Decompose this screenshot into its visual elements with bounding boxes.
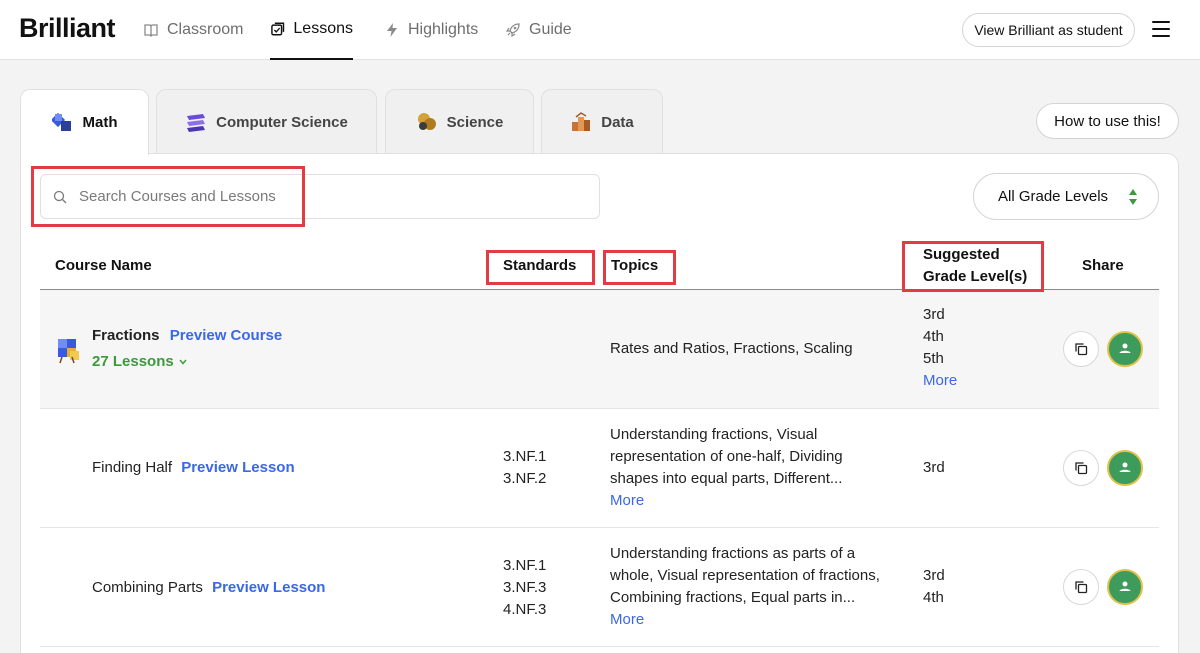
- lesson-standards: 3.NF.1 3.NF.2: [503, 446, 546, 490]
- course-name: Fractions: [92, 327, 160, 344]
- lessons-count: 27 Lessons: [92, 353, 174, 370]
- bolt-icon: [387, 23, 397, 37]
- nav-item-label: Lessons: [293, 20, 353, 37]
- standard-code: 3.NF.3: [503, 579, 547, 596]
- standard-code: 4.NF.3: [503, 601, 547, 618]
- lessons-count-toggle[interactable]: 27 Lessons: [92, 351, 188, 373]
- header-grade-levels: Suggested Grade Level(s): [923, 244, 1027, 288]
- copy-icon: [1075, 462, 1088, 475]
- grade-value: 4th: [923, 589, 944, 606]
- preview-course-link[interactable]: Preview Course: [170, 327, 283, 344]
- preview-lesson-link[interactable]: Preview Lesson: [181, 459, 294, 476]
- cs-icon: [185, 111, 207, 133]
- topic-line: whole, Visual representation of fraction…: [610, 567, 880, 584]
- chevron-down-icon: [179, 359, 187, 365]
- view-as-student-button[interactable]: View Brilliant as student: [962, 13, 1135, 47]
- grade-level-selected: All Grade Levels: [998, 188, 1109, 205]
- standard-code: 3.NF.1: [503, 557, 547, 574]
- nav-item-lessons[interactable]: Lessons: [270, 0, 353, 60]
- classroom-icon: [1119, 462, 1131, 472]
- topic-line: representation of one-half, Dividing: [610, 448, 843, 465]
- fractions-course-icon: [58, 339, 79, 364]
- grade-value: 3rd: [923, 306, 945, 323]
- classroom-icon: [1119, 343, 1131, 353]
- nav-item-classroom[interactable]: Classroom: [143, 0, 243, 60]
- rocket-icon: [505, 23, 520, 38]
- share-classroom-button[interactable]: [1107, 331, 1143, 367]
- lesson-standards: 3.NF.1 3.NF.3 4.NF.3: [503, 555, 546, 621]
- copy-icon: [1075, 581, 1088, 594]
- data-icon: [570, 111, 592, 133]
- math-icon: [50, 112, 74, 134]
- topic-line: shapes into equal parts, Different...: [610, 470, 843, 487]
- lesson-topics: Understanding fractions as parts of a wh…: [610, 543, 880, 631]
- tab-science[interactable]: Science: [385, 89, 534, 154]
- topic-line: Combining fractions, Equal parts in...: [610, 589, 856, 606]
- classroom-icon: [1119, 581, 1131, 591]
- search-input[interactable]: [79, 188, 559, 205]
- copy-link-button[interactable]: [1063, 569, 1099, 605]
- tab-label: Science: [446, 113, 504, 131]
- header-grade-line1: Suggested: [923, 246, 1000, 263]
- top-nav: Brilliant Classroom Lessons Highlights G…: [0, 0, 1200, 60]
- preview-lesson-link[interactable]: Preview Lesson: [212, 579, 325, 596]
- grades-more-link[interactable]: More: [923, 370, 957, 392]
- header-grade-line2: Grade Level(s): [923, 268, 1028, 285]
- lessons-icon: [271, 22, 285, 36]
- brilliant-logo[interactable]: Brilliant: [19, 13, 116, 44]
- topic-line: Understanding fractions as parts of a: [610, 545, 856, 562]
- header-share: Share: [1082, 257, 1124, 274]
- table-row: Combining Parts Preview Lesson 3.NF.1 3.…: [40, 528, 1159, 647]
- topics-more-link[interactable]: More: [610, 490, 843, 512]
- grade-value: 3rd: [923, 459, 945, 476]
- course-topics: Rates and Ratios, Fractions, Scaling: [610, 340, 853, 357]
- table-row: Finding Half Preview Lesson 3.NF.1 3.NF.…: [40, 409, 1159, 528]
- header-standards: Standards: [503, 257, 577, 274]
- copy-icon: [1075, 343, 1088, 356]
- header-topics: Topics: [611, 257, 659, 274]
- nav-item-highlights[interactable]: Highlights: [384, 0, 478, 60]
- tab-label: Data: [601, 113, 634, 131]
- share-classroom-button[interactable]: [1107, 569, 1143, 605]
- copy-link-button[interactable]: [1063, 331, 1099, 367]
- lesson-grades: 3rd: [923, 457, 945, 479]
- nav-item-label: Classroom: [167, 21, 244, 38]
- tab-label: Computer Science: [216, 113, 348, 131]
- lesson-grades: 3rd 4th: [923, 565, 945, 609]
- nav-item-label: Guide: [529, 21, 572, 38]
- sort-arrows-icon: [1129, 189, 1137, 205]
- copy-link-button[interactable]: [1063, 450, 1099, 486]
- lesson-name: Combining Parts: [92, 579, 203, 596]
- nav-item-guide[interactable]: Guide: [505, 0, 572, 60]
- search-box[interactable]: [40, 174, 600, 219]
- table-row-course: Fractions Preview Course 27 Lessons Rate…: [40, 290, 1159, 409]
- tab-math[interactable]: Math: [20, 89, 149, 155]
- lesson-topics: Understanding fractions, Visual represen…: [610, 424, 843, 512]
- hamburger-icon[interactable]: [1152, 21, 1170, 37]
- standard-code: 3.NF.1: [503, 448, 547, 465]
- grade-value: 4th: [923, 328, 944, 345]
- standard-code: 3.NF.2: [503, 470, 547, 487]
- book-icon: [144, 24, 158, 37]
- tab-label: Math: [82, 114, 118, 131]
- science-icon: [416, 111, 438, 133]
- search-icon: [53, 190, 67, 203]
- tab-computer-science[interactable]: Computer Science: [156, 89, 377, 154]
- grade-level-select[interactable]: All Grade Levels: [973, 173, 1159, 220]
- lesson-name: Finding Half: [92, 459, 173, 476]
- tab-data[interactable]: Data: [541, 89, 663, 154]
- grade-value: 3rd: [923, 567, 945, 584]
- how-to-use-button[interactable]: How to use this!: [1036, 103, 1179, 139]
- course-grades: 3rd 4th 5th More: [923, 304, 957, 392]
- nav-item-label: Highlights: [408, 21, 479, 38]
- header-course-name: Course Name: [55, 257, 152, 274]
- share-classroom-button[interactable]: [1107, 450, 1143, 486]
- topics-more-link[interactable]: More: [610, 609, 880, 631]
- grade-value: 5th: [923, 350, 944, 367]
- topic-line: Understanding fractions, Visual: [610, 426, 818, 443]
